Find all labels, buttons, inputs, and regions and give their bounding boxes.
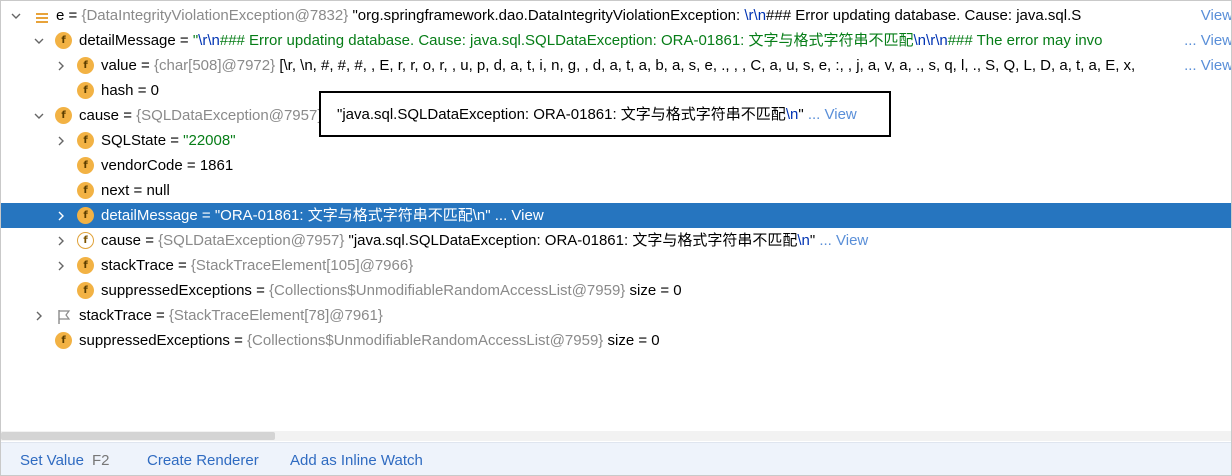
var-value: 1861: [199, 157, 234, 174]
set-value-button[interactable]: Set Value F2: [20, 443, 110, 475]
var-name: stackTrace: [101, 257, 174, 274]
chevron-down-icon[interactable]: [9, 3, 23, 28]
var-name: next: [101, 182, 130, 199]
var-type: {Collections$UnmodifiableRandomAccessLis…: [247, 332, 604, 349]
view-link[interactable]: ... View: [495, 207, 544, 224]
tree-row-suppressedExceptions[interactable]: f suppressedExceptions = {Collections$Un…: [1, 328, 1231, 353]
view-link[interactable]: ... View: [1178, 28, 1231, 53]
var-name: cause: [79, 107, 120, 124]
scrollbar-thumb[interactable]: [1, 432, 275, 440]
var-name: detailMessage: [101, 207, 198, 224]
field-icon: f: [77, 282, 94, 299]
var-value: "ORA-01861: 文字与格式字符串不匹配: [214, 207, 473, 224]
var-name: vendorCode: [101, 157, 183, 174]
var-type: {StackTraceElement[78]@7961}: [168, 307, 383, 324]
chevron-right-icon[interactable]: [32, 303, 46, 328]
field-icon: f: [77, 207, 94, 224]
var-type: {SQLDataException@7957}: [136, 107, 323, 124]
field-icon: f: [55, 332, 72, 349]
tree-row-detailMessage-selected[interactable]: f detailMessage = "ORA-01861: 文字与格式字符串不匹…: [1, 203, 1231, 228]
value-tooltip: "java.sql.SQLDataException: ORA-01861: 文…: [319, 91, 891, 137]
var-name: value: [101, 57, 137, 74]
view-link[interactable]: ... View: [808, 106, 857, 123]
chevron-down-icon[interactable]: [32, 103, 46, 128]
tree-row-next[interactable]: f next = null: [1, 178, 1231, 203]
var-value: "java.sql.SQLDataException: ORA-01861: 文…: [348, 232, 798, 249]
shortcut-hint: F2: [91, 452, 110, 469]
var-size: size = 0: [607, 332, 660, 349]
view-link[interactable]: View: [1194, 3, 1231, 28]
field-icon: f: [77, 257, 94, 274]
var-type: {SQLDataException@7957}: [158, 232, 345, 249]
chevron-down-icon[interactable]: [32, 28, 46, 53]
variable-list-icon: [35, 8, 49, 23]
tree-row-value[interactable]: f value = {char[508]@7972} [\r, \n, #, #…: [1, 53, 1231, 78]
tree-row-detailMessage[interactable]: f detailMessage = "\r\n### Error updatin…: [1, 28, 1231, 53]
var-type: {Collections$UnmodifiableRandomAccessLis…: [269, 282, 626, 299]
var-name: cause: [101, 232, 142, 249]
var-value: null: [146, 182, 170, 199]
var-type: {DataIntegrityViolationException@7832}: [81, 7, 349, 24]
debugger-variables-panel: { "rows": [ {"name":"e","type":"{DataInt…: [0, 0, 1232, 476]
var-size: size = 0: [629, 282, 682, 299]
chevron-right-icon[interactable]: [54, 128, 68, 153]
add-inline-watch-button[interactable]: Add as Inline Watch: [290, 443, 423, 475]
var-name: suppressedExceptions: [101, 282, 252, 299]
field-icon: f: [77, 157, 94, 174]
view-link[interactable]: ... View: [1178, 53, 1231, 78]
tree-row-stackTrace-nested[interactable]: f stackTrace = {StackTraceElement[105]@7…: [1, 253, 1231, 278]
create-renderer-button[interactable]: Create Renderer: [147, 443, 259, 475]
tree-row-cause-nested[interactable]: f cause = {SQLDataException@7957} "java.…: [1, 228, 1231, 253]
action-bar: Set Value F2 Create Renderer Add as Inlin…: [1, 442, 1231, 475]
tooltip-value: "java.sql.SQLDataException: ORA-01861: 文…: [337, 106, 786, 123]
field-icon: f: [55, 32, 72, 49]
flag-icon: [57, 308, 71, 324]
field-icon: f: [55, 107, 72, 124]
chevron-right-icon[interactable]: [54, 253, 68, 278]
var-name: SQLState: [101, 132, 167, 149]
var-type: {char[508]@7972}: [153, 57, 276, 74]
final-field-icon: f: [77, 57, 94, 74]
view-link[interactable]: ... View: [819, 232, 868, 249]
field-icon: f: [77, 132, 94, 149]
tree-row-e[interactable]: e = {DataIntegrityViolationException@783…: [1, 3, 1231, 28]
recursive-field-icon: f: [77, 232, 94, 249]
chevron-right-icon[interactable]: [54, 228, 68, 253]
var-name: suppressedExceptions: [79, 332, 230, 349]
var-name: stackTrace: [79, 307, 152, 324]
chevron-right-icon[interactable]: [54, 203, 68, 228]
tree-row-suppressedExceptions-nested[interactable]: f suppressedExceptions = {Collections$Un…: [1, 278, 1231, 303]
var-name: detailMessage: [79, 32, 176, 49]
var-name: hash: [101, 82, 134, 99]
chevron-right-icon[interactable]: [54, 53, 68, 78]
var-value: [\r, \n, #, #, #, , E, r, r, o, r, , u, …: [279, 57, 1136, 74]
field-icon: f: [77, 82, 94, 99]
horizontal-scrollbar[interactable]: [1, 431, 1231, 441]
tree-row-stackTrace[interactable]: stackTrace = {StackTraceElement[78]@7961…: [1, 303, 1231, 328]
tree-row-vendorCode[interactable]: f vendorCode = 1861: [1, 153, 1231, 178]
var-value: 0: [150, 82, 159, 99]
var-value: "org.springframework.dao.DataIntegrityVi…: [352, 7, 745, 24]
field-icon: f: [77, 182, 94, 199]
var-value: "22008": [183, 132, 236, 149]
var-type: {StackTraceElement[105]@7966}: [190, 257, 414, 274]
